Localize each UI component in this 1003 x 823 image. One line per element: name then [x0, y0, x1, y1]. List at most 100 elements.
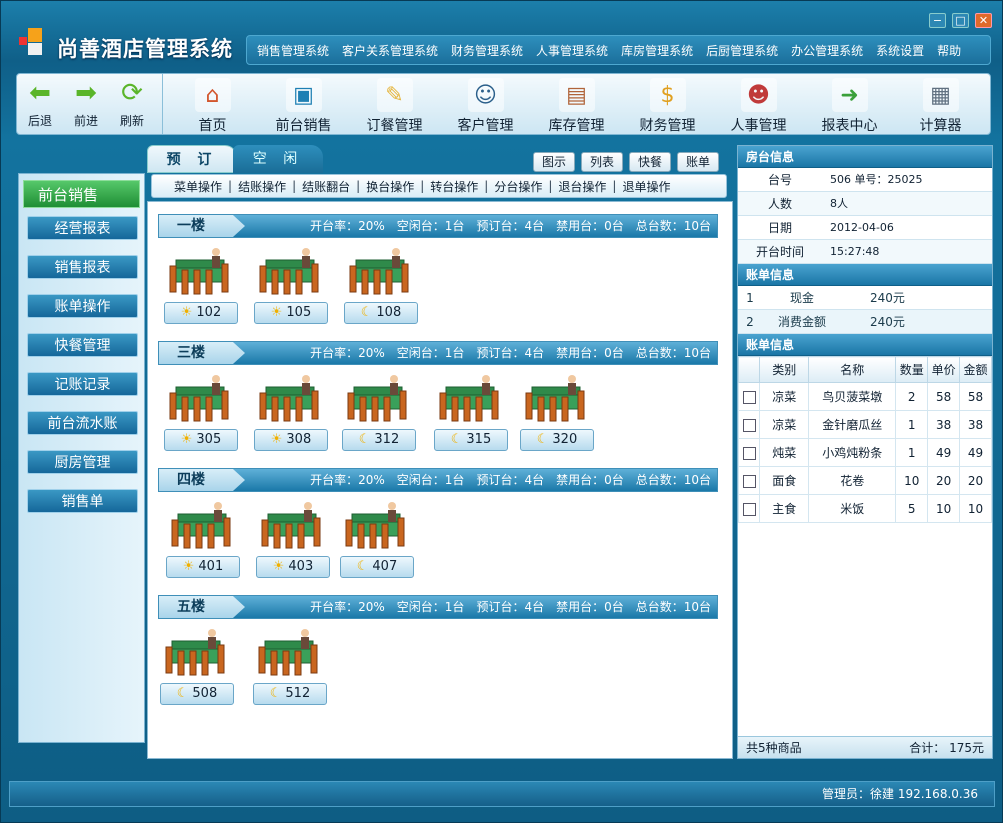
table-number-button[interactable]: ☀ 105 — [254, 302, 328, 324]
module-button-8[interactable]: ▦ 计算器 — [895, 74, 986, 134]
column-header: 单价 — [927, 356, 961, 383]
table-number: 320 — [552, 432, 578, 447]
table-number-button[interactable]: ☾ 512 — [253, 683, 327, 705]
dining-table[interactable]: ☾ 512 — [253, 625, 327, 713]
bill-info: 1 现金 240元 2 消费金额 240元 — [738, 286, 992, 334]
dining-table[interactable]: ☀ 401 — [166, 498, 240, 586]
cell-amt: 58 — [959, 382, 992, 411]
row-checkbox[interactable] — [742, 474, 756, 488]
floor-section: 五楼 开台率：20% 空闲台：1台 预订台：4台 禁用台：0台 总台数：10台 ☾ 508 ☾ 5… — [158, 595, 718, 719]
dining-table[interactable]: ☀ 305 — [164, 371, 238, 459]
menu-kitchen[interactable]: 后厨管理系统 — [706, 42, 778, 59]
table-number: 108 — [376, 305, 402, 320]
dining-table[interactable]: ☀ 403 — [256, 498, 330, 586]
dining-table[interactable]: ☾ 407 — [340, 498, 414, 586]
table-number-button[interactable]: ☀ 102 — [164, 302, 238, 324]
view-list-button[interactable]: 列表 — [580, 152, 623, 172]
nav-button-2[interactable]: ⟳ 刷新 — [109, 74, 155, 134]
table-number-button[interactable]: ☀ 403 — [256, 556, 330, 578]
op-7[interactable]: 退单操作 — [622, 178, 670, 195]
sidebar-item-5[interactable]: 前台流水账 — [27, 411, 138, 435]
table-number-button[interactable]: ☀ 308 — [254, 429, 328, 451]
report-icon: ➜ — [831, 78, 868, 112]
cell-qty: 5 — [895, 494, 929, 523]
table-number-button[interactable]: ☾ 312 — [342, 429, 416, 451]
moon-icon: ☾ — [536, 432, 549, 447]
sidebar-item-4[interactable]: 记账记录 — [27, 372, 138, 396]
op-1[interactable]: 结账操作 — [238, 178, 286, 195]
table-number-button[interactable]: ☾ 108 — [344, 302, 418, 324]
nav-button-0[interactable]: ⬅ 后退 — [17, 74, 63, 134]
tab-idle[interactable]: 空 闲 — [233, 145, 323, 173]
op-0[interactable]: 菜单操作 — [174, 178, 222, 195]
row-checkbox[interactable] — [742, 446, 756, 460]
menu-finance[interactable]: 财务管理系统 — [451, 42, 523, 59]
computer-icon: ▣ — [285, 78, 322, 112]
module-button-3[interactable]: ☺ 客户管理 — [440, 74, 531, 134]
menu-hr[interactable]: 人事管理系统 — [536, 42, 608, 59]
refresh-icon: ⟳ — [121, 78, 143, 108]
row-checkbox[interactable] — [742, 418, 756, 432]
menu-warehouse[interactable]: 库房管理系统 — [621, 42, 693, 59]
nav-button-1[interactable]: ➡ 前进 — [63, 74, 109, 134]
dining-table[interactable]: ☾ 315 — [434, 371, 508, 459]
menu-help[interactable]: 帮助 — [937, 42, 961, 59]
module-button-7[interactable]: ➜ 报表中心 — [804, 74, 895, 134]
table-number-button[interactable]: ☾ 407 — [340, 556, 414, 578]
module-button-5[interactable]: $ 财务管理 — [622, 74, 713, 134]
module-button-1[interactable]: ▣ 前台销售 — [258, 74, 349, 134]
sidebar-item-7[interactable]: 销售单 — [27, 489, 138, 513]
moon-icon: ☾ — [358, 432, 371, 447]
tab-reserved[interactable]: 预 订 — [147, 145, 237, 173]
table-number-button[interactable]: ☀ 305 — [164, 429, 238, 451]
maximize-button[interactable]: □ — [952, 13, 969, 28]
sidebar-item-3[interactable]: 快餐管理 — [27, 333, 138, 357]
dining-table[interactable]: ☀ 308 — [254, 371, 328, 459]
module-button-2[interactable]: ✎ 订餐管理 — [349, 74, 440, 134]
module-button-6[interactable]: ☻ 人事管理 — [713, 74, 804, 134]
table-number-button[interactable]: ☾ 320 — [520, 429, 594, 451]
op-2[interactable]: 结账翻台 — [302, 178, 350, 195]
module-label: 订餐管理 — [366, 118, 423, 134]
minimize-button[interactable]: − — [929, 13, 946, 28]
floor-header: 一楼 开台率：20% 空闲台：1台 预订台：4台 禁用台：0台 总台数：10台 — [158, 214, 718, 238]
table-number-button[interactable]: ☾ 315 — [434, 429, 508, 451]
view-diagram-button[interactable]: 图示 — [532, 152, 575, 172]
table-number-button[interactable]: ☾ 508 — [160, 683, 234, 705]
menu-crm[interactable]: 客户关系管理系统 — [342, 42, 438, 59]
op-5[interactable]: 分台操作 — [494, 178, 542, 195]
dining-table[interactable]: ☾ 312 — [342, 371, 416, 459]
module-button-4[interactable]: ▤ 库存管理 — [531, 74, 622, 134]
view-bill-button[interactable]: 账单 — [676, 152, 719, 172]
op-4[interactable]: 转台操作 — [430, 178, 478, 195]
dining-table[interactable]: ☀ 102 — [164, 244, 238, 332]
dining-table[interactable]: ☀ 105 — [254, 244, 328, 332]
floor-stat: 禁用台：0台 — [556, 346, 624, 360]
menu-office[interactable]: 办公管理系统 — [791, 42, 863, 59]
op-3[interactable]: 换台操作 — [366, 178, 414, 195]
dining-table[interactable]: ☾ 320 — [520, 371, 594, 459]
row-checkbox[interactable] — [742, 502, 756, 516]
sidebar-item-6[interactable]: 厨房管理 — [27, 450, 138, 474]
floor-stats: 开台率：20% 空闲台：1台 预订台：4台 禁用台：0台 总台数：10台 — [298, 596, 711, 618]
close-button[interactable]: ✕ — [975, 13, 992, 28]
table-number: 403 — [288, 559, 314, 574]
table-number-button[interactable]: ☀ 401 — [166, 556, 240, 578]
dining-table[interactable]: ☾ 108 — [344, 244, 418, 332]
op-6[interactable]: 退台操作 — [558, 178, 606, 195]
sidebar-item-1[interactable]: 销售报表 — [27, 255, 138, 279]
sidebar-item-0[interactable]: 经营报表 — [27, 216, 138, 240]
room-info: 台号 506 单号：25025 人数 8人 日期 2012-04-06 开台时间 15:27:… — [738, 168, 992, 264]
sidebar-item-2[interactable]: 账单操作 — [27, 294, 138, 318]
dining-table-icon — [346, 373, 410, 423]
room-info-value: 15:27:48 — [830, 245, 880, 258]
cell-name: 米饭 — [808, 494, 897, 523]
row-checkbox[interactable] — [742, 390, 756, 404]
menu-sales[interactable]: 销售管理系统 — [257, 42, 329, 59]
dining-table[interactable]: ☾ 508 — [160, 625, 234, 713]
menu-settings[interactable]: 系统设置 — [876, 42, 924, 59]
room-info-row: 人数 8人 — [738, 192, 992, 216]
module-button-0[interactable]: ⌂ 首页 — [167, 74, 258, 134]
view-fastfood-button[interactable]: 快餐 — [628, 152, 671, 172]
module-label: 报表中心 — [821, 118, 878, 134]
